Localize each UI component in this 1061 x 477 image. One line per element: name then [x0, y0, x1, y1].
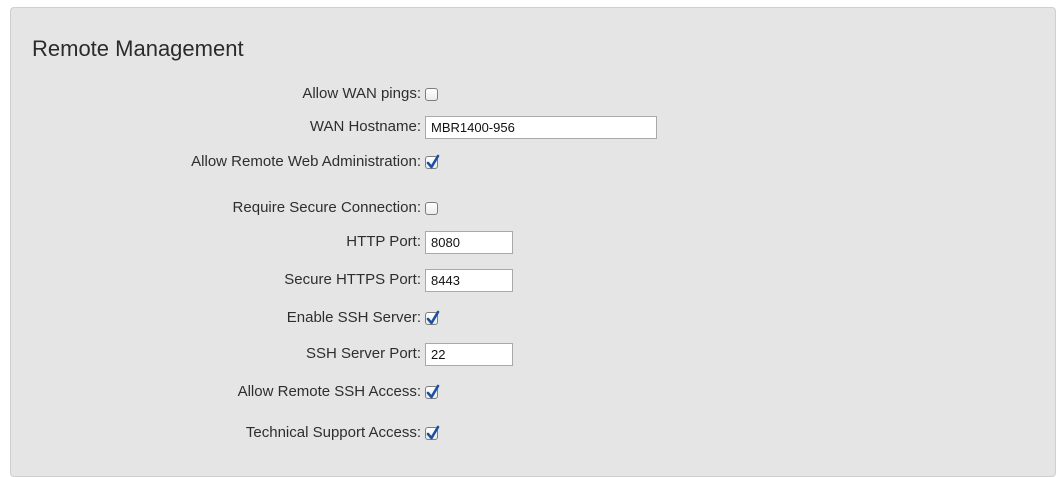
- row-allow-wan-pings: Allow WAN pings:: [11, 79, 1057, 109]
- require-secure-connection-label: Require Secure Connection:: [232, 199, 421, 216]
- allow-remote-web-admin-control: [425, 147, 440, 177]
- row-wan-hostname: WAN Hostname:: [11, 112, 1057, 142]
- ssh-server-port-input[interactable]: [425, 342, 513, 366]
- secure-https-port-label: Secure HTTPS Port:: [284, 271, 421, 288]
- checkmark-icon: [426, 310, 440, 324]
- technical-support-access-label: Technical Support Access:: [245, 424, 421, 441]
- allow-remote-web-admin-checkbox[interactable]: [425, 154, 440, 169]
- enable-ssh-server-checkbox[interactable]: [425, 310, 440, 325]
- allow-remote-ssh-access-label: Allow Remote SSH Access:: [237, 383, 421, 400]
- row-allow-remote-web-admin: Allow Remote Web Administration:: [11, 147, 1057, 177]
- wan-hostname-label: WAN Hostname:: [309, 118, 421, 135]
- secure-https-port-control: [425, 265, 513, 295]
- technical-support-access-checkbox[interactable]: [425, 425, 440, 440]
- row-technical-support-access: Technical Support Access:: [11, 418, 1057, 448]
- row-enable-ssh-server: Enable SSH Server:: [11, 303, 1057, 333]
- allow-remote-ssh-access-checkbox[interactable]: [425, 384, 440, 399]
- row-ssh-server-port: SSH Server Port:: [11, 339, 1057, 369]
- enable-ssh-server-label: Enable SSH Server:: [286, 309, 421, 326]
- http-port-control: [425, 227, 513, 257]
- checkmark-icon: [426, 154, 440, 168]
- ssh-server-port-control: [425, 339, 513, 369]
- allow-wan-pings-control: [425, 79, 438, 109]
- remote-management-panel: Remote Management Allow WAN pings: WAN H…: [10, 7, 1056, 477]
- allow-wan-pings-label: Allow WAN pings:: [302, 85, 421, 102]
- checkmark-icon: [426, 384, 440, 398]
- allow-remote-web-admin-label: Allow Remote Web Administration:: [191, 153, 421, 170]
- row-secure-https-port: Secure HTTPS Port:: [11, 265, 1057, 295]
- require-secure-connection-control: [425, 193, 438, 223]
- checkmark-icon: [426, 425, 440, 439]
- row-require-secure-connection: Require Secure Connection:: [11, 193, 1057, 223]
- require-secure-connection-checkbox[interactable]: [425, 201, 438, 215]
- wan-hostname-input[interactable]: [425, 115, 657, 139]
- row-http-port: HTTP Port:: [11, 227, 1057, 257]
- wan-hostname-control: [425, 112, 657, 142]
- http-port-input[interactable]: [425, 230, 513, 254]
- http-port-label: HTTP Port:: [346, 233, 421, 250]
- secure-https-port-input[interactable]: [425, 268, 513, 292]
- enable-ssh-server-control: [425, 303, 440, 333]
- row-allow-remote-ssh-access: Allow Remote SSH Access:: [11, 377, 1057, 407]
- section-title: Remote Management: [32, 36, 244, 61]
- allow-wan-pings-checkbox[interactable]: [425, 87, 438, 101]
- ssh-server-port-label: SSH Server Port:: [305, 345, 421, 362]
- technical-support-access-control: [425, 418, 440, 448]
- allow-remote-ssh-access-control: [425, 377, 440, 407]
